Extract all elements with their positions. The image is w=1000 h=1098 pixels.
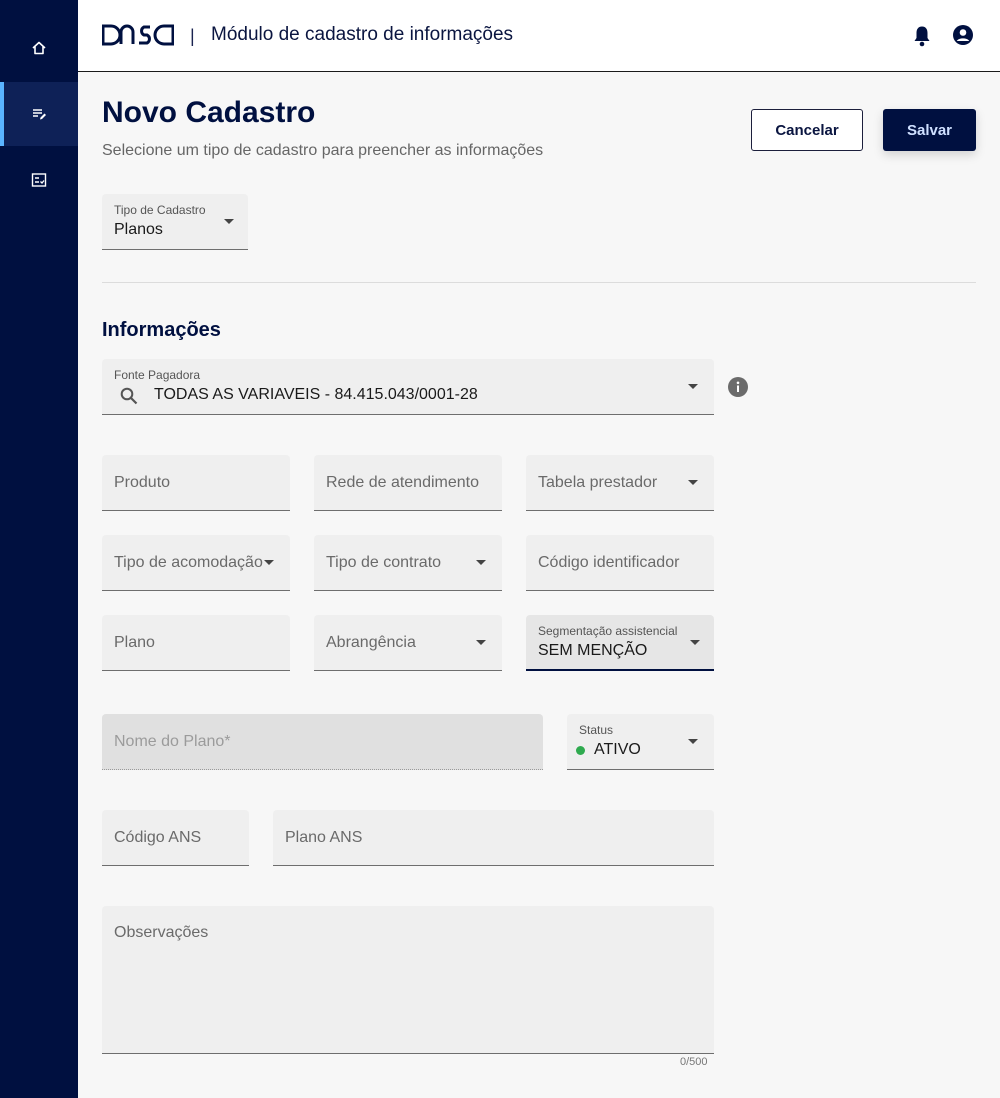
nome-plano-placeholder: Nome do Plano* — [114, 733, 231, 750]
status-label: Status — [579, 723, 614, 737]
user-account-icon[interactable] — [952, 24, 974, 46]
plano-placeholder: Plano — [114, 634, 155, 651]
segmentacao-assistencial-select[interactable]: Segmentação assistencial SEM MENÇÃO — [526, 615, 714, 671]
sidebar-item-checklist[interactable] — [0, 148, 78, 212]
search-icon — [120, 387, 138, 405]
abrangencia-placeholder: Abrangência — [326, 634, 416, 651]
edit-list-icon — [33, 109, 46, 120]
produto-input[interactable]: Produto — [102, 455, 290, 511]
plano-input[interactable]: Plano — [102, 615, 290, 671]
rede-atendimento-input[interactable]: Rede de atendimento — [314, 455, 502, 511]
tipo-acomodacao-select[interactable]: Tipo de acomodação — [102, 535, 290, 591]
bell-icon[interactable] — [913, 25, 931, 47]
checklist-icon — [31, 173, 47, 187]
character-counter: 0/500 — [680, 1056, 708, 1068]
codigo-ans-placeholder: Código ANS — [114, 829, 202, 846]
chevron-down-icon — [476, 560, 486, 565]
plano-ans-placeholder: Plano ANS — [285, 829, 363, 846]
chevron-down-icon — [476, 640, 486, 645]
tipo-cadastro-value: Planos — [114, 221, 163, 238]
sidebar-item-home[interactable] — [0, 16, 78, 80]
observacoes-placeholder: Observações — [114, 924, 209, 941]
codigo-identificador-placeholder: Código identificador — [538, 554, 680, 571]
chevron-down-icon — [688, 384, 698, 389]
status-value: ATIVO — [594, 741, 641, 758]
chevron-down-icon — [688, 480, 698, 485]
home-icon — [32, 41, 46, 55]
top-bar: | Módulo de cadastro de informações — [78, 0, 1000, 72]
produto-placeholder: Produto — [114, 474, 171, 491]
tipo-contrato-select[interactable]: Tipo de contrato — [314, 535, 502, 591]
app-title: Módulo de cadastro de informações — [211, 24, 514, 45]
chevron-down-icon — [224, 219, 234, 224]
tipo-cadastro-label: Tipo de Cadastro — [114, 203, 206, 217]
segmentacao-value: SEM MENÇÃO — [538, 642, 648, 659]
chevron-down-icon — [690, 640, 700, 645]
info-icon[interactable] — [728, 377, 748, 397]
chevron-down-icon — [688, 739, 698, 744]
status-select[interactable]: Status ATIVO — [567, 714, 714, 770]
nome-plano-input[interactable]: Nome do Plano* — [102, 714, 543, 770]
save-button[interactable]: Salvar — [883, 109, 976, 151]
tipo-cadastro-select[interactable]: Tipo de Cadastro Planos — [102, 194, 248, 250]
chevron-down-icon — [264, 560, 274, 565]
codigo-identificador-input[interactable]: Código identificador — [526, 535, 714, 591]
tipo-acomodacao-placeholder: Tipo de acomodação — [114, 554, 263, 571]
fonte-pagadora-select[interactable]: Fonte Pagadora TODAS AS VARIAVEIS - 84.4… — [102, 359, 714, 415]
abrangencia-select[interactable]: Abrangência — [314, 615, 502, 671]
tabela-prestador-select[interactable]: Tabela prestador — [526, 455, 714, 511]
tipo-contrato-placeholder: Tipo de contrato — [326, 554, 442, 571]
page-subtitle: Selecione um tipo de cadastro para preen… — [102, 142, 544, 159]
fonte-pagadora-value: TODAS AS VARIAVEIS - 84.415.043/0001-28 — [154, 386, 478, 403]
section-title: Informações — [102, 319, 221, 341]
rede-atendimento-placeholder: Rede de atendimento — [326, 474, 479, 491]
cancel-button[interactable]: Cancelar — [751, 109, 863, 151]
observacoes-textarea[interactable]: Observações — [102, 906, 714, 1054]
status-dot — [576, 746, 585, 755]
fonte-pagadora-label: Fonte Pagadora — [114, 368, 201, 382]
sidebar-item-cadastro[interactable] — [0, 82, 78, 146]
page-title: Novo Cadastro — [102, 96, 316, 129]
tabela-prestador-placeholder: Tabela prestador — [538, 474, 658, 491]
header-separator: | — [190, 26, 195, 46]
sidebar — [0, 0, 78, 1098]
segmentacao-label: Segmentação assistencial — [538, 624, 678, 638]
codigo-ans-input[interactable]: Código ANS — [102, 810, 249, 866]
plano-ans-input[interactable]: Plano ANS — [273, 810, 714, 866]
section-divider — [102, 282, 976, 283]
dasa-logo[interactable] — [102, 24, 174, 46]
